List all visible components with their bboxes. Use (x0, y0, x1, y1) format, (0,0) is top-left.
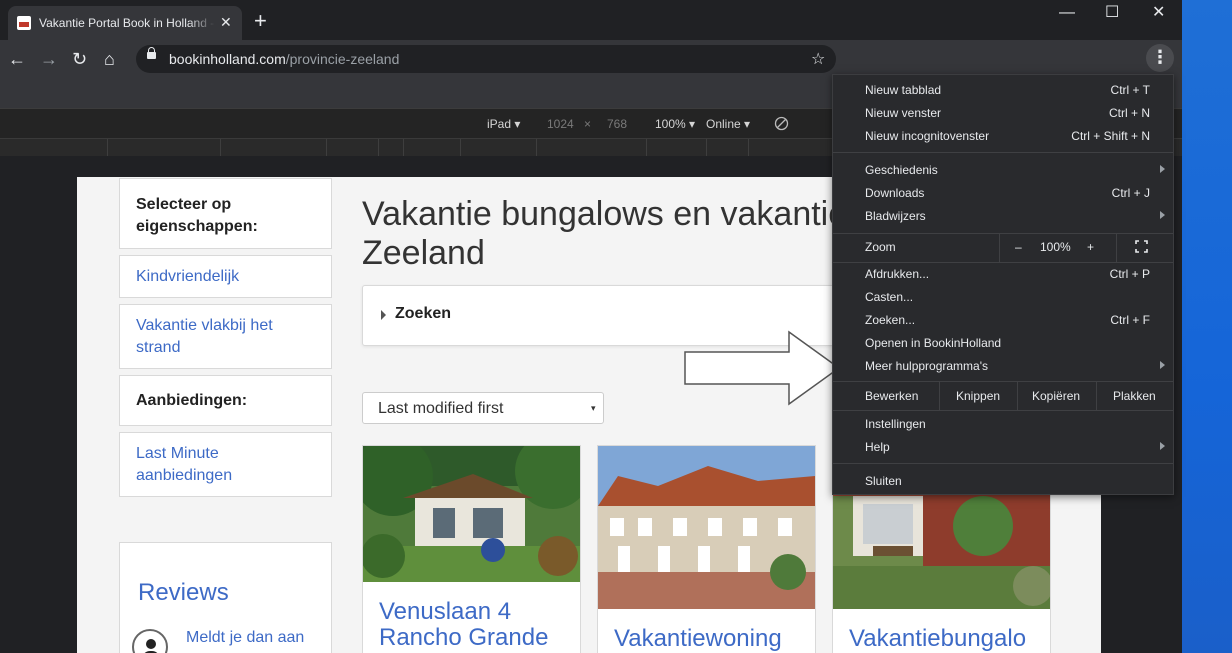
minimize-button[interactable]: — (1059, 4, 1075, 22)
menu-item-exit[interactable]: Sluiten (833, 470, 1173, 493)
menu-item-settings[interactable]: Instellingen (833, 413, 1173, 436)
property-title[interactable]: Venuslaan 4 Rancho Grande (379, 599, 548, 651)
reviews-title: Reviews (138, 579, 229, 606)
copy-button[interactable]: Kopiëren (1032, 389, 1080, 403)
address-bar[interactable]: bookinholland.com/provincie-zeeland ☆ (136, 45, 836, 73)
submenu-arrow-icon (1160, 442, 1165, 450)
tab-active[interactable]: Vakantie Portal Book in Holland - Vakant… (8, 6, 242, 40)
tab-title: Vakantie Portal Book in Holland - Vakant… (39, 16, 215, 30)
menu-item-cast[interactable]: Casten... (833, 286, 1173, 309)
device-select[interactable]: iPad ▾ (487, 117, 520, 131)
new-tab-button[interactable]: + (254, 10, 267, 32)
search-panel-label: Zoeken (395, 305, 452, 322)
viewport-width[interactable]: 1024 (547, 117, 574, 131)
home-button[interactable]: ⌂ (104, 49, 115, 69)
lock-icon[interactable] (147, 47, 156, 59)
filter-strand-link[interactable]: Vakantie vlakbij het strand (136, 315, 306, 359)
filter-card[interactable]: Kindvriendelijk (119, 255, 332, 298)
paste-button[interactable]: Plakken (1113, 389, 1156, 403)
annotation-arrow-icon (684, 330, 841, 406)
menu-item-downloads[interactable]: Downloads Ctrl + J (833, 182, 1173, 205)
dropdown-arrow-icon: ▾ (591, 403, 596, 413)
url-text[interactable]: bookinholland.com/provincie-zeeland (169, 51, 399, 67)
zoom-value: 100% (1040, 240, 1071, 254)
desktop-background (1182, 0, 1232, 653)
forward-button[interactable]: → (40, 49, 58, 69)
menu-item-help[interactable]: Help (833, 436, 1173, 459)
tab-strip: Vakantie Portal Book in Holland - Vakant… (0, 0, 1182, 40)
menu-item-print[interactable]: Afdrukken... Ctrl + P (833, 263, 1173, 286)
filter-heading: Selecteer op eigenschappen: (136, 196, 258, 235)
filter-heading-card: Selecteer op eigenschappen: (119, 178, 332, 249)
menu-item-find[interactable]: Zoeken... Ctrl + F (833, 309, 1173, 332)
offer-card[interactable]: Last Minute aanbiedingen (119, 432, 332, 497)
sort-select-value: Last modified first (378, 400, 504, 417)
property-title[interactable]: Vakantiebungalo (849, 626, 1026, 652)
menu-item-open-in-app[interactable]: Openen in BookinHolland (833, 332, 1173, 355)
rotate-icon[interactable] (774, 116, 789, 134)
offers-heading-card: Aanbiedingen: (119, 375, 332, 426)
expand-triangle-icon (381, 310, 386, 320)
toolbar: ← → ↻ ⌂ bookinholland.com/provincie-zeel… (0, 40, 1182, 78)
property-card[interactable]: Venuslaan 4 Rancho Grande (362, 445, 581, 653)
submenu-arrow-icon (1160, 211, 1165, 219)
menu-zoom-row: Zoom – 100% + (833, 234, 1173, 262)
property-title[interactable]: Vakantiewoning (614, 626, 782, 652)
favicon-icon (17, 16, 31, 30)
bookmark-star-icon[interactable]: ☆ (811, 49, 825, 69)
property-photo[interactable] (598, 446, 815, 609)
menu-item-new-tab[interactable]: Nieuw tabblad Ctrl + T (833, 79, 1173, 102)
cut-button[interactable]: Knippen (956, 389, 1000, 403)
menu-item-new-incognito[interactable]: Nieuw incognitovenster Ctrl + Shift + N (833, 125, 1173, 148)
last-minute-link[interactable]: Last Minute aanbiedingen (136, 443, 276, 487)
tab-close-icon[interactable]: ✕ (220, 14, 232, 30)
property-card[interactable]: Vakantiewoning (597, 445, 816, 653)
submenu-arrow-icon (1160, 361, 1165, 369)
viewport-height[interactable]: 768 (607, 117, 627, 131)
zoom-label: Zoom (865, 240, 896, 254)
zoom-out-button[interactable]: – (1015, 240, 1022, 254)
filter-kindvriendelijk-link[interactable]: Kindvriendelijk (136, 266, 239, 288)
property-photo[interactable] (363, 446, 580, 582)
network-throttle-select[interactable]: Online ▾ (706, 117, 750, 131)
sort-select[interactable]: Last modified first ▾ (362, 392, 604, 424)
chrome-menu-button[interactable]: ⋮ (1146, 44, 1174, 72)
filter-card[interactable]: Vakantie vlakbij het strand (119, 304, 332, 369)
submenu-arrow-icon (1160, 165, 1165, 173)
offers-heading: Aanbiedingen: (136, 392, 248, 409)
avatar (132, 629, 168, 653)
maximize-button[interactable]: ☐ (1105, 4, 1119, 22)
back-button[interactable]: ← (8, 49, 26, 69)
chrome-menu: Nieuw tabblad Ctrl + T Nieuw venster Ctrl … (832, 74, 1174, 495)
menu-item-history[interactable]: Geschiedenis (833, 159, 1173, 182)
menu-item-more-tools[interactable]: Meer hulpprogramma's (833, 355, 1173, 378)
menu-edit-row: Bewerken Knippen Kopiëren Plakken (833, 382, 1173, 410)
window-close-button[interactable]: ✕ (1152, 4, 1165, 22)
edit-label: Bewerken (865, 389, 919, 403)
browser-window: Vakantie Portal Book in Holland - Vakant… (0, 0, 1182, 653)
menu-item-new-window[interactable]: Nieuw venster Ctrl + N (833, 102, 1173, 125)
menu-item-bookmarks[interactable]: Bladwijzers (833, 205, 1173, 228)
device-zoom-select[interactable]: 100% ▾ (655, 117, 695, 131)
reload-button[interactable]: ↻ (72, 49, 87, 69)
fullscreen-icon[interactable] (1135, 240, 1148, 253)
times-sign: × (584, 117, 592, 131)
reviews-signup-link[interactable]: Meldt je dan aan (186, 627, 304, 649)
zoom-in-button[interactable]: + (1087, 240, 1094, 254)
reviews-card: Reviews Meldt je dan aan (119, 542, 332, 653)
